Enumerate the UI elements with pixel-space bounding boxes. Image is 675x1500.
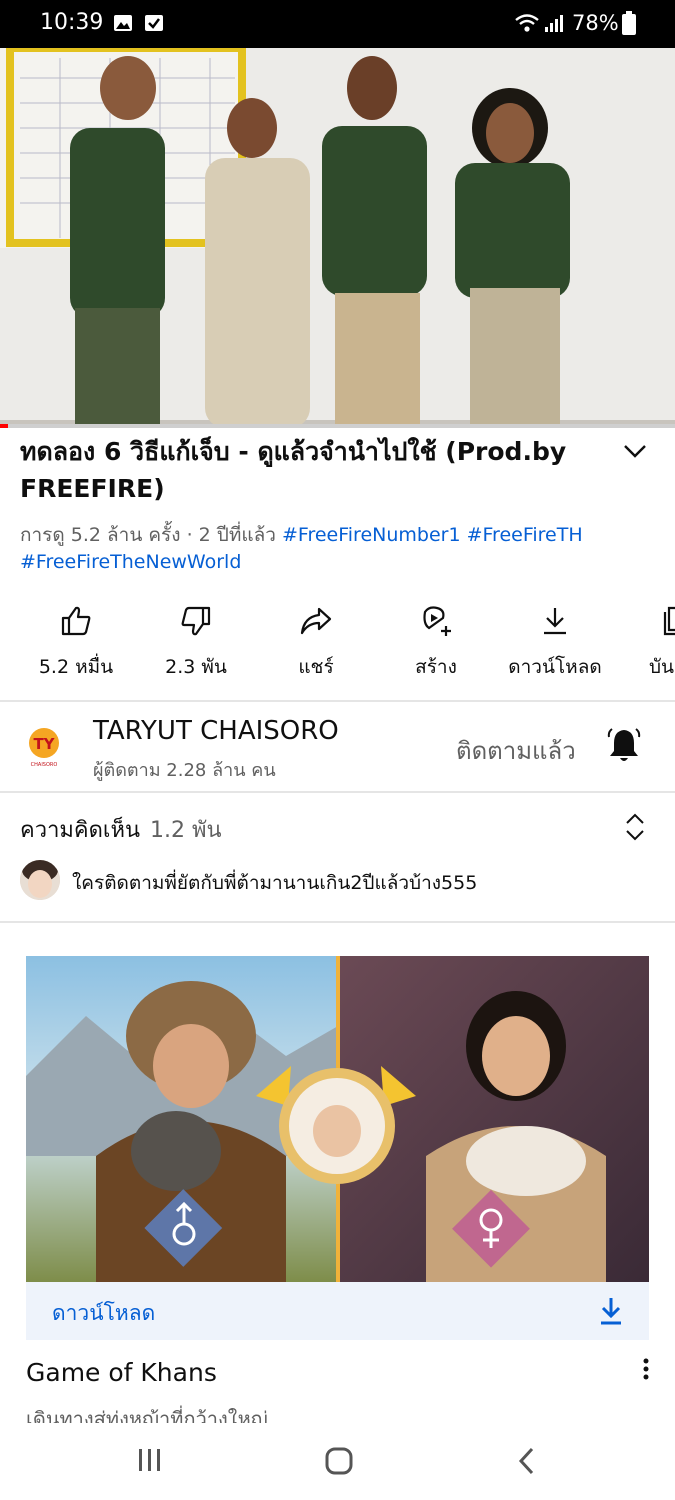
ad-download-label: ดาวน์โหลด xyxy=(52,1301,156,1325)
thumbs-down-icon xyxy=(181,606,211,636)
signal-icon xyxy=(545,15,563,32)
like-count: 5.2 หมื่น xyxy=(38,656,114,678)
more-options-icon[interactable] xyxy=(636,1356,656,1384)
download-label: ดาวน์โหลด xyxy=(508,656,602,678)
dislike-button[interactable]: 2.3 พัน xyxy=(141,604,251,682)
subscribed-button[interactable]: ติดตามแล้ว xyxy=(456,731,576,770)
save-icon xyxy=(663,606,675,636)
video-frame xyxy=(0,48,675,428)
chevron-down-icon[interactable] xyxy=(620,436,650,466)
ad-image[interactable] xyxy=(26,956,649,1282)
ad-artwork xyxy=(26,956,649,1282)
share-label: แชร์ xyxy=(298,656,334,678)
recent-apps-icon[interactable] xyxy=(136,1446,164,1474)
top-comment-text[interactable]: ใครติดตามพี่ยัตกับพี่ต้ามานานเกิน2ปีแล้ว… xyxy=(72,868,477,898)
commenter-avatar[interactable] xyxy=(20,860,60,900)
hashtag-link[interactable]: #FreeFireTheNewWorld xyxy=(20,551,241,573)
download-icon xyxy=(544,608,566,635)
expand-collapse-icon[interactable] xyxy=(622,812,648,842)
video-progress-bar[interactable] xyxy=(0,424,675,428)
channel-avatar[interactable]: TY CHAISORO xyxy=(22,724,66,768)
create-label: สร้าง xyxy=(415,656,457,678)
battery-percent: 78% xyxy=(572,11,619,35)
avatar-image xyxy=(20,860,60,900)
comments-header[interactable]: ความคิดเห็น 1.2 พัน xyxy=(20,812,222,847)
divider xyxy=(0,791,675,793)
home-icon[interactable] xyxy=(324,1446,354,1476)
svg-text:CHAISORO: CHAISORO xyxy=(31,762,58,768)
status-bar: 10:39 78% xyxy=(0,0,675,48)
like-button[interactable]: 5.2 หมื่น xyxy=(21,604,131,682)
dislike-count: 2.3 พัน xyxy=(165,656,227,678)
hashtag-link[interactable]: #FreeFireTH xyxy=(467,524,583,546)
checkbox-notification-icon xyxy=(145,15,163,31)
channel-name[interactable]: TARYUT CHAISORO xyxy=(93,716,339,746)
download-icon xyxy=(601,1298,621,1325)
system-navigation-bar xyxy=(0,1424,675,1500)
video-player[interactable] xyxy=(0,48,675,428)
comments-heading: ความคิดเห็น xyxy=(20,818,140,843)
hashtag-link[interactable]: #FreeFireNumber1 xyxy=(282,524,461,546)
create-button[interactable]: สร้าง xyxy=(381,604,491,682)
save-button[interactable]: บัน xyxy=(619,604,675,682)
divider xyxy=(0,921,675,923)
svg-text:TY: TY xyxy=(33,735,55,753)
video-progress-played xyxy=(0,424,8,428)
gallery-icon xyxy=(114,15,132,31)
status-time: 10:39 xyxy=(40,10,104,35)
ad-download-bar[interactable]: ดาวน์โหลด xyxy=(26,1282,649,1340)
share-icon xyxy=(300,607,332,635)
save-label: บัน xyxy=(649,656,675,678)
share-button[interactable]: แชร์ xyxy=(261,604,371,682)
bell-icon[interactable] xyxy=(606,727,642,765)
video-title[interactable]: ทดลอง 6 วิธีแก้เจ็บ - ดูแล้วจำนำไปใช้ (P… xyxy=(20,433,620,507)
battery-icon xyxy=(622,11,636,35)
back-icon[interactable] xyxy=(516,1446,538,1476)
divider xyxy=(0,700,675,702)
wifi-icon xyxy=(515,14,539,32)
ad-title[interactable]: Game of Khans xyxy=(26,1358,217,1387)
create-icon xyxy=(423,606,451,636)
video-meta: การดู 5.2 ล้าน ครั้ง · 2 ปีที่แล้ว #Free… xyxy=(20,522,660,576)
thumbs-up-icon xyxy=(61,606,91,636)
subscriber-count: ผู้ติดตาม 2.28 ล้าน คน xyxy=(93,760,276,781)
view-count-and-date: การดู 5.2 ล้าน ครั้ง · 2 ปีที่แล้ว xyxy=(20,524,276,546)
download-button[interactable]: ดาวน์โหลด xyxy=(500,604,610,682)
ad-subtitle: เดินทางสู่ทุ่งหญ้าที่กว้างใหญ่ xyxy=(26,1407,268,1423)
comments-count: 1.2 พัน xyxy=(150,818,222,843)
channel-logo: TY CHAISORO xyxy=(29,728,59,768)
